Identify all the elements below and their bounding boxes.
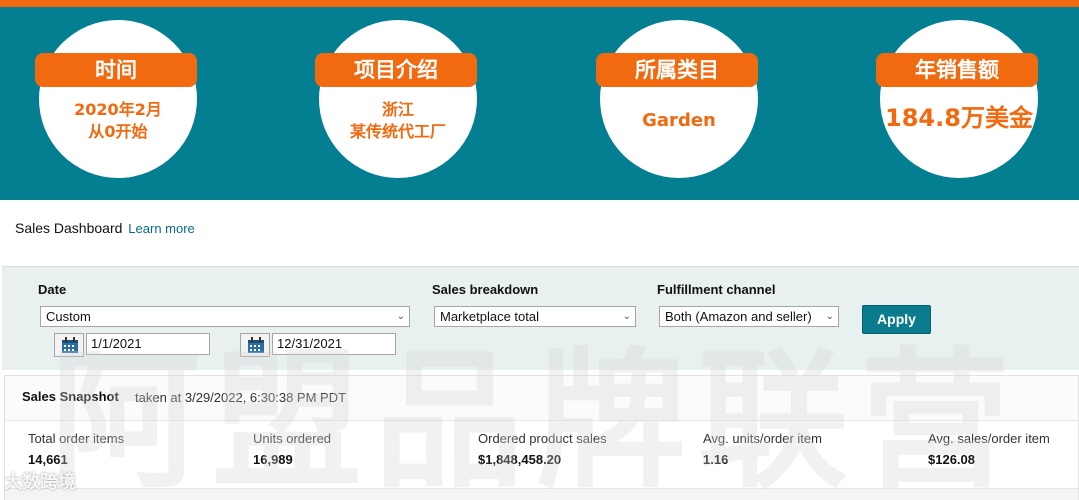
card-value: 2020年2月 从0开始 — [74, 100, 162, 141]
top-banner: 时间 2020年2月 从0开始 项目介绍 浙江 某传统代工厂 所属类目 Gard… — [0, 0, 1079, 200]
watermark-text: 阿盟品牌联营 — [50, 335, 1023, 500]
card-title: 所属类目 — [596, 53, 758, 87]
info-card-time: 时间 2020年2月 从0开始 — [35, 20, 197, 178]
card-value: 184.8万美金 — [885, 104, 1033, 132]
date-label: Date — [38, 282, 67, 297]
watermark-logo: 大数跨境 — [4, 472, 76, 493]
banner-top-stripe — [0, 0, 1079, 7]
sales-breakdown-label: Sales breakdown — [432, 282, 539, 297]
card-title: 时间 — [35, 53, 197, 87]
info-card-sales: 年销售额 184.8万美金 — [876, 20, 1038, 178]
card-title: 年销售额 — [876, 53, 1038, 87]
card-title: 项目介绍 — [315, 53, 477, 87]
page-title: Sales Dashboard — [15, 220, 123, 236]
learn-more-link[interactable]: Learn more — [128, 221, 194, 236]
dashboard-header: Sales Dashboard Learn more — [15, 220, 195, 236]
info-card-project: 项目介绍 浙江 某传统代工厂 — [315, 20, 477, 178]
card-value: 浙江 某传统代工厂 — [349, 100, 446, 141]
fulfillment-channel-label: Fulfillment channel — [657, 282, 776, 297]
card-value: Garden — [642, 110, 716, 131]
info-card-category: 所属类目 Garden — [596, 20, 758, 178]
